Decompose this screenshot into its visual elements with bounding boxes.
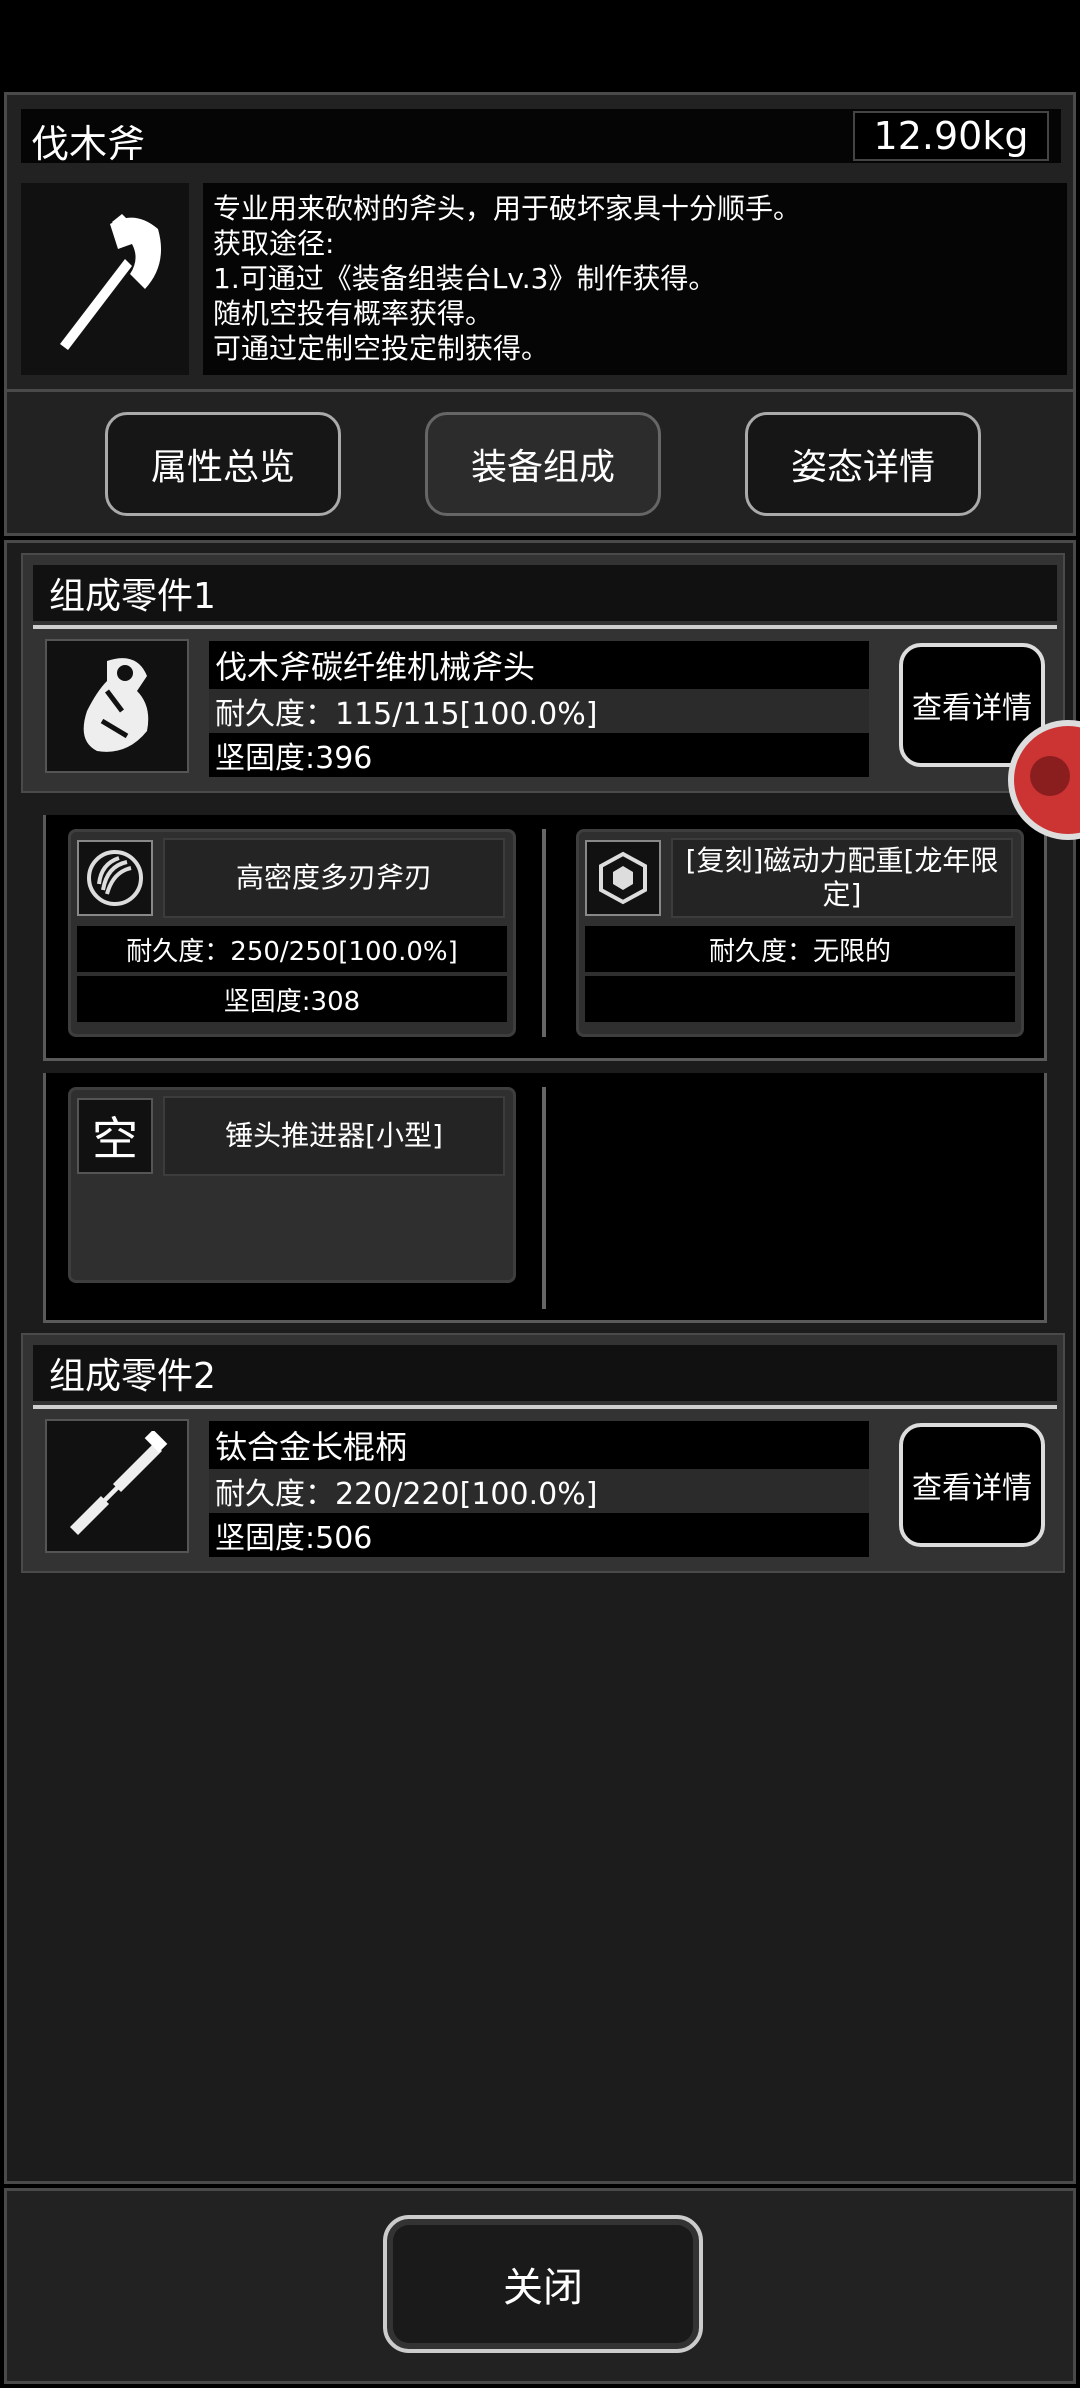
subpart-card[interactable]: 空 锤头推进器[小型] xyxy=(68,1087,516,1283)
section-divider xyxy=(33,1405,1057,1409)
subpart-hardness xyxy=(585,976,1015,1022)
part-hardness: 坚固度:396 xyxy=(209,733,869,777)
desc-line: 专业用来砍树的斧头，用于破坏家具十分顺手。 xyxy=(213,192,802,225)
part-durability: 耐久度：115/115[100.0%] xyxy=(209,689,869,733)
section-title: 组成零件1 xyxy=(33,565,1057,621)
column-divider xyxy=(542,829,546,1037)
subparts-row-2: 空 锤头推进器[小型] xyxy=(43,1073,1047,1323)
item-description: 专业用来砍树的斧头，用于破坏家具十分顺手。 获取途径: 1.可通过《装备组装台L… xyxy=(203,183,1067,375)
bottom-bar: 关闭 xyxy=(4,2188,1076,2384)
subpart-card[interactable]: 高密度多刃斧刃 耐久度：250/250[100.0%] 坚固度:308 xyxy=(68,829,516,1037)
empty-slot-icon: 空 xyxy=(77,1098,153,1174)
desc-line: 获取途径: xyxy=(213,227,335,260)
component-section-1: 组成零件1 伐木斧碳纤维机械斧头 耐久度：115/115[100.0%] 坚固度… xyxy=(21,553,1065,793)
item-weight: 12.90kg xyxy=(853,111,1049,161)
part-durability: 耐久度：220/220[100.0%] xyxy=(209,1469,869,1513)
multi-blade-icon xyxy=(77,840,153,916)
part-name: 伐木斧碳纤维机械斧头 xyxy=(209,641,869,689)
section-title: 组成零件2 xyxy=(33,1345,1057,1401)
subpart-card[interactable]: [复刻]磁动力配重[龙年限定] 耐久度：无限的 xyxy=(576,829,1024,1037)
subpart-hardness: 坚固度:308 xyxy=(77,976,507,1022)
component-section-2: 组成零件2 钛合金长棍柄 耐久度：220/220[100.0%] 坚固度:506… xyxy=(21,1333,1065,1573)
subpart-name: [复刻]磁动力配重[龙年限定] xyxy=(671,838,1013,918)
subparts-row-1: 高密度多刃斧刃 耐久度：250/250[100.0%] 坚固度:308 [复刻]… xyxy=(43,815,1047,1061)
tab-attribute-overview[interactable]: 属性总览 xyxy=(105,412,341,516)
subpart-name: 锤头推进器[小型] xyxy=(163,1096,505,1176)
item-title-bar: 伐木斧 12.90kg xyxy=(21,109,1061,166)
desc-line: 可通过定制空投定制获得。 xyxy=(213,332,550,365)
tab-stance-details[interactable]: 姿态详情 xyxy=(745,412,981,516)
section-divider xyxy=(33,625,1057,629)
item-name: 伐木斧 xyxy=(31,122,146,166)
close-button[interactable]: 关闭 xyxy=(383,2215,703,2353)
magnetic-counterweight-icon xyxy=(585,840,661,916)
item-header-panel: 伐木斧 12.90kg 专业用来砍树的斧头，用于破坏家具十分顺手。 获取途径: … xyxy=(4,92,1076,392)
axe-icon xyxy=(21,183,189,375)
column-divider xyxy=(542,1087,546,1309)
titanium-handle-icon xyxy=(45,1419,189,1553)
subpart-durability: 耐久度：无限的 xyxy=(585,926,1015,972)
tab-equipment-composition[interactable]: 装备组成 xyxy=(425,412,661,516)
mechanical-axe-head-icon xyxy=(45,639,189,773)
part-name: 钛合金长棍柄 xyxy=(209,1421,869,1469)
subpart-name: 高密度多刃斧刃 xyxy=(163,838,505,918)
desc-line: 随机空投有概率获得。 xyxy=(213,297,494,330)
tab-bar: 属性总览 装备组成 姿态详情 xyxy=(4,392,1076,536)
view-details-button[interactable]: 查看详情 xyxy=(899,1423,1045,1547)
part-hardness: 坚固度:506 xyxy=(209,1513,869,1557)
composition-panel: 组成零件1 伐木斧碳纤维机械斧头 耐久度：115/115[100.0%] 坚固度… xyxy=(4,540,1076,2184)
subpart-durability: 耐久度：250/250[100.0%] xyxy=(77,926,507,972)
desc-line: 1.可通过《装备组装台Lv.3》制作获得。 xyxy=(213,262,717,295)
